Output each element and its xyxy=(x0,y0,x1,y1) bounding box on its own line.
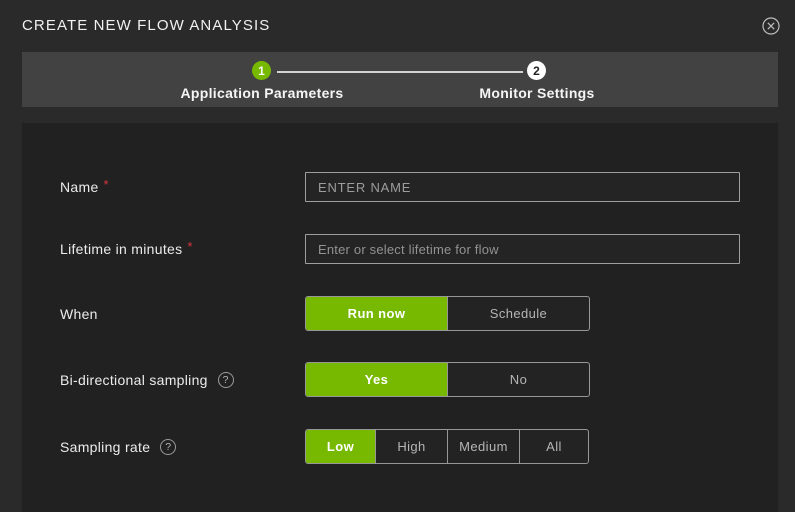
close-icon xyxy=(761,16,781,41)
when-toggle-group: Run now Schedule xyxy=(305,296,590,331)
bidirectional-option-no[interactable]: No xyxy=(447,363,589,396)
modal-title: CREATE NEW FLOW ANALYSIS xyxy=(22,0,270,52)
close-button[interactable] xyxy=(761,18,781,38)
bidirectional-option-yes[interactable]: Yes xyxy=(306,363,447,396)
required-asterisk: * xyxy=(104,177,109,192)
name-label: Name* xyxy=(60,172,109,202)
wizard-stepper: 1 2 Application Parameters Monitor Setti… xyxy=(22,52,778,107)
form-row-sampling-rate: Sampling rate ? Low High Medium All xyxy=(22,429,778,464)
when-option-run-now[interactable]: Run now xyxy=(306,297,447,330)
form-row-name: Name* xyxy=(22,172,778,202)
required-asterisk: * xyxy=(187,239,192,254)
when-option-schedule[interactable]: Schedule xyxy=(447,297,589,330)
sampling-rate-option-medium[interactable]: Medium xyxy=(447,430,519,463)
stepper-connector-line xyxy=(277,71,523,73)
name-input[interactable] xyxy=(305,172,740,202)
modal-header: CREATE NEW FLOW ANALYSIS xyxy=(0,0,795,52)
sampling-rate-option-all[interactable]: All xyxy=(519,430,588,463)
form-row-lifetime: Lifetime in minutes* xyxy=(22,234,778,264)
bidirectional-sampling-label: Bi-directional sampling ? xyxy=(60,362,234,397)
lifetime-input[interactable] xyxy=(305,234,740,264)
bidirectional-toggle-group: Yes No xyxy=(305,362,590,397)
form-panel: Name* Lifetime in minutes* When Run now … xyxy=(22,123,778,512)
form-row-bidirectional-sampling: Bi-directional sampling ? Yes No xyxy=(22,362,778,397)
help-icon[interactable]: ? xyxy=(218,372,234,388)
step-1-label-application-parameters[interactable]: Application Parameters xyxy=(152,85,372,101)
step-1-circle[interactable]: 1 xyxy=(252,61,271,80)
step-2-circle[interactable]: 2 xyxy=(527,61,546,80)
sampling-rate-option-high[interactable]: High xyxy=(375,430,447,463)
sampling-rate-toggle-group: Low High Medium All xyxy=(305,429,589,464)
help-icon[interactable]: ? xyxy=(160,439,176,455)
when-label: When xyxy=(60,296,98,331)
sampling-rate-option-low[interactable]: Low xyxy=(306,430,375,463)
step-2-label-monitor-settings[interactable]: Monitor Settings xyxy=(427,85,647,101)
form-row-when: When Run now Schedule xyxy=(22,296,778,331)
lifetime-label: Lifetime in minutes* xyxy=(60,234,193,264)
sampling-rate-label: Sampling rate ? xyxy=(60,429,176,464)
